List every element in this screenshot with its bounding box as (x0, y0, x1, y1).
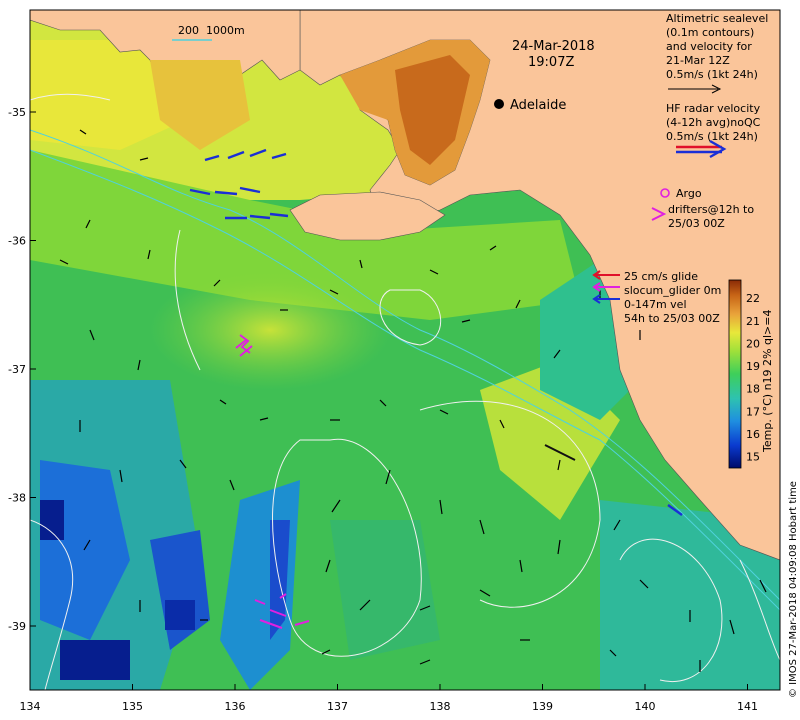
colorbar-ramp (728, 279, 742, 469)
legend-altimetry-line-4: 21-Mar 12Z (666, 54, 730, 67)
legend-hf-radar-line-1: HF radar velocity (666, 102, 761, 115)
colorbar-tick-label: 16 (746, 428, 760, 441)
x-tick-label: 138 (430, 700, 451, 713)
adelaide-label: Adelaide (510, 98, 566, 113)
colorbar-tick-label: 18 (746, 383, 760, 396)
sst-field: Adelaide 24-Mar-2018 19:07Z 200 1000m Al… (30, 10, 780, 690)
legend-altimetry-line-1: Altimetric sealevel (666, 12, 768, 25)
legend-glider-line-2: slocum_glider 0m (624, 284, 721, 297)
credit-label: © IMOS 27-Mar-2018 04:09:08 Hobart time (788, 481, 799, 698)
legend-glider-line-1: 25 cm/s glide (624, 270, 698, 283)
date-label: 24-Mar-2018 (512, 39, 595, 54)
colorbar-tick-label: 17 (746, 405, 760, 418)
depth-contour-key-200: 200 (178, 24, 199, 37)
x-tick-label: 137 (327, 700, 348, 713)
y-tick-label: -39 (8, 620, 26, 633)
colorbar-tick-label: 20 (746, 337, 760, 350)
depth-contour-key-1000: 1000m (206, 24, 245, 37)
legend-hf-radar-line-2: (4-12h avg)noQC (666, 116, 761, 129)
colorbar-tick-label: 15 (746, 451, 760, 464)
y-tick-label: -36 (8, 235, 26, 248)
legend-altimetry-line-5: 0.5m/s (1kt 24h) (666, 68, 758, 81)
x-tick-label: 141 (737, 700, 758, 713)
legend-argo-line-1: Argo (676, 187, 702, 200)
sst-map-figure: Adelaide 24-Mar-2018 19:07Z 200 1000m Al… (8, 9, 799, 713)
colorbar-tick-label: 19 (746, 360, 760, 373)
adelaide-marker (494, 99, 504, 109)
time-label: 19:07Z (528, 55, 574, 70)
legend-glider-line-3: 0-147m vel (624, 298, 687, 311)
x-tick-label: 139 (532, 700, 553, 713)
colorbar-label: Temp. (°C) n19 2% ql>=4 (761, 310, 774, 453)
x-tick-label: 134 (20, 700, 41, 713)
colorbar-tick-label: 22 (746, 292, 760, 305)
legend-glider-line-4: 54h to 25/03 00Z (624, 312, 720, 325)
colorbar-tick-label: 21 (746, 315, 760, 328)
y-tick-label: -38 (8, 492, 26, 505)
x-tick-label: 135 (122, 700, 143, 713)
legend-altimetry-line-3: and velocity for (666, 40, 752, 53)
legend-argo-line-2: drifters@12h to (668, 203, 754, 216)
legend-argo-line-3: 25/03 00Z (668, 217, 725, 230)
x-tick-label: 140 (635, 700, 656, 713)
y-tick-label: -37 (8, 363, 26, 376)
y-tick-label: -35 (8, 106, 26, 119)
legend-altimetry-line-2: (0.1m contours) (666, 26, 754, 39)
x-tick-label: 136 (225, 700, 246, 713)
